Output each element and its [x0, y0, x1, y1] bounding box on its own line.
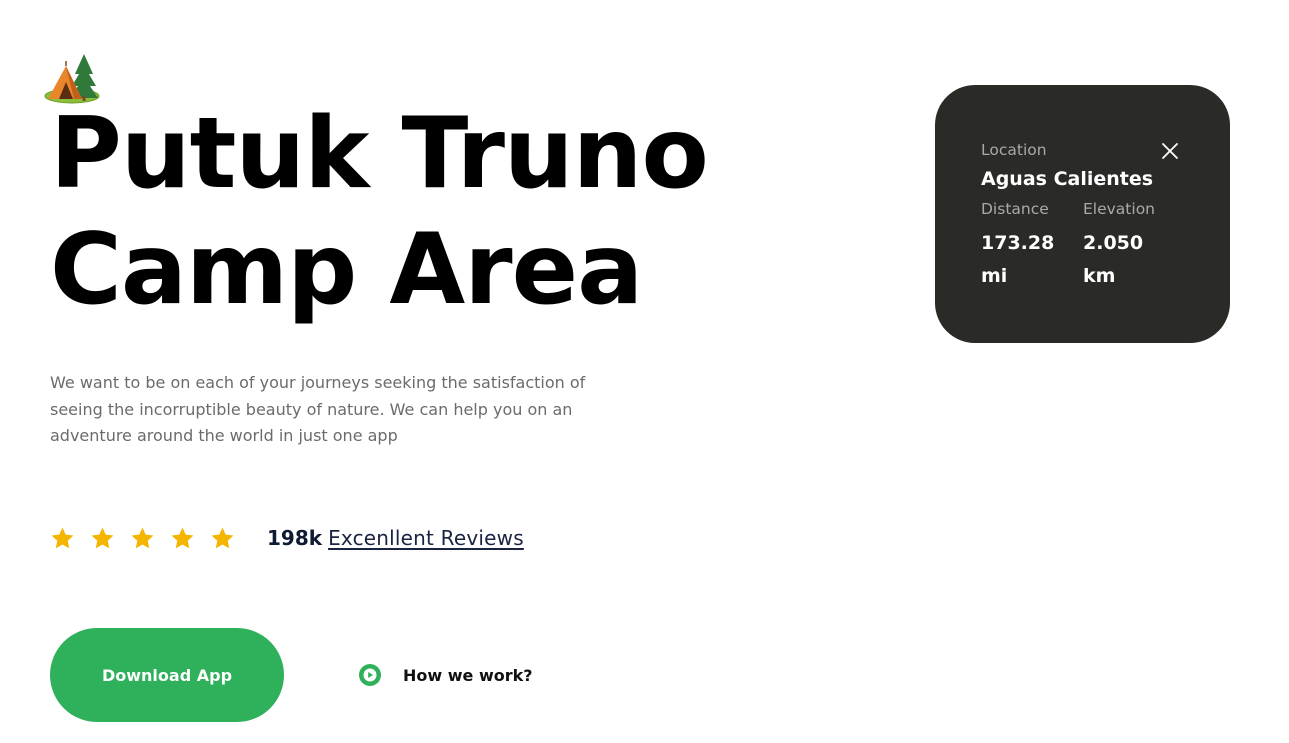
how-we-work-link[interactable]: How we work? — [358, 660, 533, 690]
star-icon — [91, 527, 114, 548]
how-we-work-label: How we work? — [403, 665, 533, 685]
star-icon — [211, 527, 234, 548]
reviews-link[interactable]: Excenllent Reviews — [328, 526, 524, 550]
location-card: Location Aguas Calientes Distance 173.28… — [935, 85, 1230, 343]
star-icon — [171, 527, 194, 548]
star-rating — [50, 526, 235, 551]
play-icon — [359, 664, 381, 686]
star-icon — [131, 527, 154, 548]
location-value: Aguas Calientes — [981, 168, 1154, 190]
hero-description: We want to be on each of your journeys s… — [50, 373, 586, 445]
distance-unit: mi — [981, 265, 1008, 287]
location-label: Location — [981, 141, 1047, 159]
elevation-value: 2.050 km — [1083, 227, 1143, 293]
elevation-number: 2.050 — [1083, 232, 1144, 254]
title-line-2: Camp Area — [50, 213, 643, 327]
distance-number: 173.28 — [981, 232, 1055, 254]
title-line-1: Putuk Truno — [50, 97, 709, 211]
distance-label: Distance — [981, 200, 1049, 218]
rating-row: 198k Excenllent Reviews — [50, 520, 524, 556]
star-icon — [51, 527, 74, 548]
download-app-button[interactable]: Download App — [50, 628, 284, 722]
distance-value: 173.28 mi — [981, 227, 1054, 293]
review-count: 198k — [267, 526, 323, 550]
elevation-unit: km — [1083, 265, 1116, 287]
elevation-label: Elevation — [1083, 200, 1155, 218]
page-title: Putuk Truno Camp Area — [50, 96, 709, 328]
close-icon[interactable] — [1161, 142, 1179, 160]
